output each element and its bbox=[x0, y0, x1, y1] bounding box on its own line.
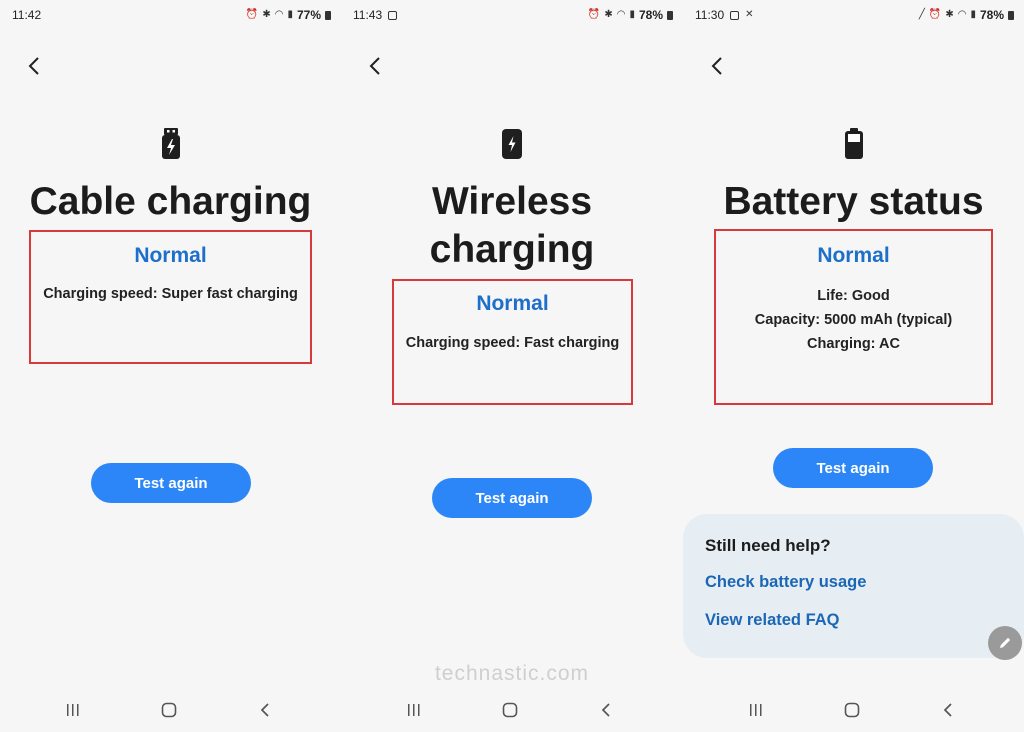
battery-status-icon bbox=[325, 10, 331, 20]
signal-icon: ▮ bbox=[629, 9, 635, 20]
status-time: 11:30 bbox=[695, 8, 725, 22]
page-title: Wireless charging bbox=[341, 178, 683, 274]
charging-speed-text: Charging speed: Fast charging bbox=[405, 335, 620, 351]
recent-apps-icon[interactable] bbox=[741, 698, 771, 722]
wireless-charging-icon bbox=[500, 126, 524, 162]
alarm-icon: ⏰ bbox=[245, 9, 259, 20]
result-status: Normal bbox=[817, 244, 890, 267]
battery-status-icon bbox=[1008, 10, 1014, 20]
result-box: Normal Life: Good Capacity: 5000 mAh (ty… bbox=[714, 229, 993, 405]
battery-status-icon bbox=[667, 10, 673, 20]
back-nav-icon[interactable] bbox=[933, 698, 963, 722]
wifi-icon: ◠ bbox=[274, 9, 284, 20]
home-icon[interactable] bbox=[495, 698, 525, 722]
signal-icon: ▮ bbox=[287, 9, 293, 20]
alarm-icon: ⏰ bbox=[928, 9, 942, 20]
bluetooth-icon: ✱ bbox=[604, 9, 613, 20]
home-icon[interactable] bbox=[154, 698, 184, 722]
page-title-line-2: charging bbox=[429, 228, 595, 271]
page-title-line-1: Wireless bbox=[431, 180, 593, 223]
result-status: Normal bbox=[476, 292, 549, 315]
status-time: 11:42 bbox=[12, 8, 42, 22]
usb-charging-icon bbox=[159, 126, 183, 162]
gallery-notification-icon bbox=[730, 10, 740, 20]
battery-percent: 78% bbox=[979, 8, 1004, 22]
status-bar: 11:42 ⏰ ✱ ◠ ▮ 77% bbox=[12, 6, 331, 24]
battery-percent: 77% bbox=[296, 8, 321, 22]
status-bar: 11:43 ⏰ ✱ ◠ ▮ 78% bbox=[353, 6, 673, 24]
test-again-button[interactable]: Test again bbox=[432, 478, 592, 518]
wireless-charging-screen: 11:43 ⏰ ✱ ◠ ▮ 78% Wireless charging Norm… bbox=[341, 0, 683, 732]
recent-apps-icon[interactable] bbox=[399, 698, 429, 722]
back-nav-icon[interactable] bbox=[250, 698, 280, 722]
help-card: Still need help? Check battery usage Vie… bbox=[683, 514, 1024, 658]
test-again-button[interactable]: Test again bbox=[91, 463, 251, 503]
help-card-title: Still need help? bbox=[705, 536, 831, 555]
wifi-icon: ◠ bbox=[957, 9, 967, 20]
edit-notification-icon: ╱ bbox=[918, 9, 925, 20]
cable-charging-screen: 11:42 ⏰ ✱ ◠ ▮ 77% Cable charging Normal … bbox=[0, 0, 341, 732]
home-icon[interactable] bbox=[837, 698, 867, 722]
navigation-bar bbox=[0, 698, 341, 722]
battery-capacity-text: Capacity: 5000 mAh (typical) bbox=[754, 312, 953, 328]
battery-icon bbox=[842, 126, 866, 162]
missed-call-icon: ✕ bbox=[745, 9, 754, 20]
battery-life-text: Life: Good bbox=[817, 288, 890, 304]
alarm-icon: ⏰ bbox=[587, 9, 601, 20]
edit-pencil-icon[interactable] bbox=[988, 626, 1022, 660]
recent-apps-icon[interactable] bbox=[58, 698, 88, 722]
back-arrow-icon[interactable] bbox=[363, 52, 387, 80]
navigation-bar bbox=[341, 698, 683, 722]
bluetooth-icon: ✱ bbox=[945, 9, 954, 20]
back-nav-icon[interactable] bbox=[591, 698, 621, 722]
navigation-bar bbox=[683, 698, 1024, 722]
signal-icon: ▮ bbox=[970, 9, 976, 20]
page-title: Battery status bbox=[723, 180, 984, 223]
result-box: Normal Charging speed: Super fast chargi… bbox=[29, 230, 312, 364]
test-again-button[interactable]: Test again bbox=[773, 448, 933, 488]
page-title: Cable charging bbox=[29, 180, 312, 223]
gallery-notification-icon bbox=[388, 10, 398, 20]
bluetooth-icon: ✱ bbox=[262, 9, 271, 20]
battery-percent: 78% bbox=[638, 8, 663, 22]
back-arrow-icon[interactable] bbox=[705, 52, 729, 80]
charging-speed-text: Charging speed: Super fast charging bbox=[43, 286, 298, 302]
charging-type-text: Charging: AC bbox=[807, 336, 900, 352]
status-time: 11:43 bbox=[353, 8, 383, 22]
result-box: Normal Charging speed: Fast charging bbox=[392, 279, 633, 405]
wifi-icon: ◠ bbox=[616, 9, 626, 20]
back-arrow-icon[interactable] bbox=[22, 52, 46, 80]
result-status: Normal bbox=[134, 244, 207, 267]
check-battery-usage-link[interactable]: Check battery usage bbox=[705, 573, 866, 592]
view-related-faq-link[interactable]: View related FAQ bbox=[705, 611, 840, 630]
status-bar: 11:30 ✕ ╱ ⏰ ✱ ◠ ▮ 78% bbox=[695, 6, 1014, 24]
battery-status-screen: 11:30 ✕ ╱ ⏰ ✱ ◠ ▮ 78% Battery status Nor… bbox=[683, 0, 1024, 732]
